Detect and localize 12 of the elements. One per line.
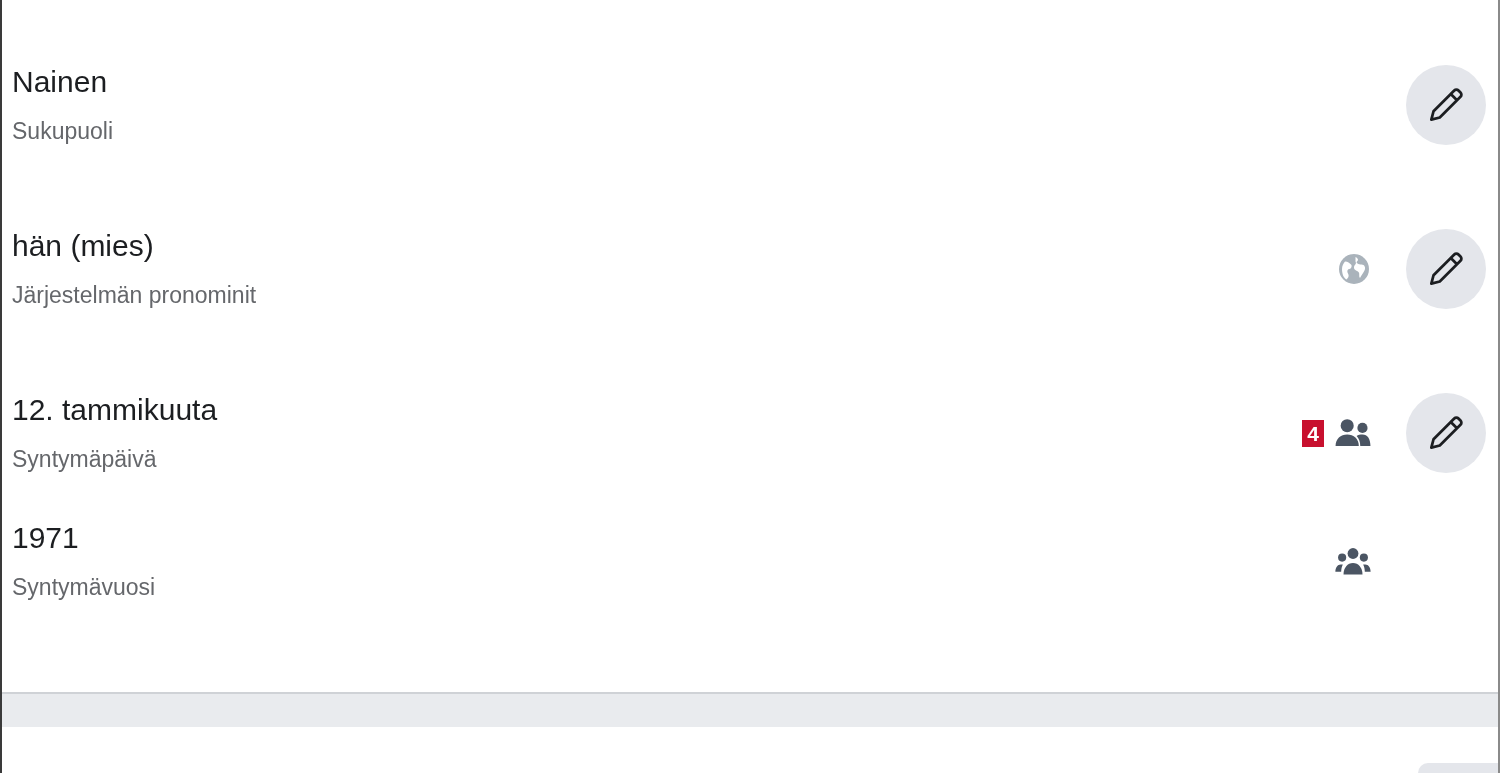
- field-label: Syntymävuosi: [12, 573, 157, 601]
- people-icon: [1334, 417, 1372, 449]
- globe-icon: [1336, 251, 1372, 287]
- field-value: hän (mies): [12, 229, 155, 263]
- field-label: Järjestelmän pronominit: [12, 281, 258, 309]
- field-value: 12. tammikuuta: [12, 393, 219, 427]
- field-label: Sukupuoli: [12, 117, 115, 145]
- count-badge: 4: [1302, 419, 1324, 447]
- field-value: 1971: [12, 521, 80, 555]
- group-icon: [1334, 546, 1372, 576]
- field-label: Syntymäpäivä: [12, 445, 158, 473]
- field-value: Nainen: [12, 65, 109, 99]
